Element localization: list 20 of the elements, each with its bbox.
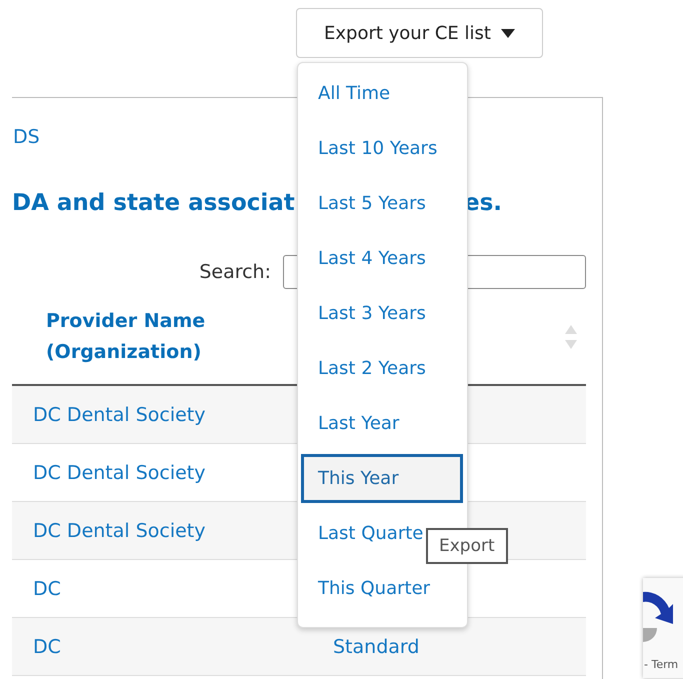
export-button[interactable]: Export your CE list [296, 8, 543, 58]
menu-item[interactable]: Last 5 Years [301, 179, 463, 228]
menu-item[interactable]: All Time [301, 69, 463, 118]
section-heading: DA and state associat [12, 190, 295, 218]
menu-item[interactable]: Last 2 Years [301, 344, 463, 393]
menu-item[interactable]: Last 3 Years [301, 289, 463, 338]
table-cell-text: Standard [333, 636, 420, 658]
table-cell-text: DC [32, 636, 62, 658]
tooltip: Export [426, 528, 508, 564]
sort-icon[interactable] [564, 325, 578, 349]
menu-item[interactable]: Last 10 Years [301, 124, 463, 173]
column-header[interactable]: Provider Name (Organization) [46, 306, 246, 368]
menu-item[interactable]: This Quarter [301, 564, 463, 613]
terms-link[interactable]: - Term [644, 658, 678, 671]
menu-item[interactable]: Last Year [301, 399, 463, 448]
search-label: Search: [199, 261, 271, 283]
menu-item[interactable]: Last 4 Years [301, 234, 463, 283]
menu-item[interactable]: This Year [301, 454, 463, 503]
section-subtitle: DS [13, 126, 40, 150]
caret-icon [500, 28, 515, 38]
